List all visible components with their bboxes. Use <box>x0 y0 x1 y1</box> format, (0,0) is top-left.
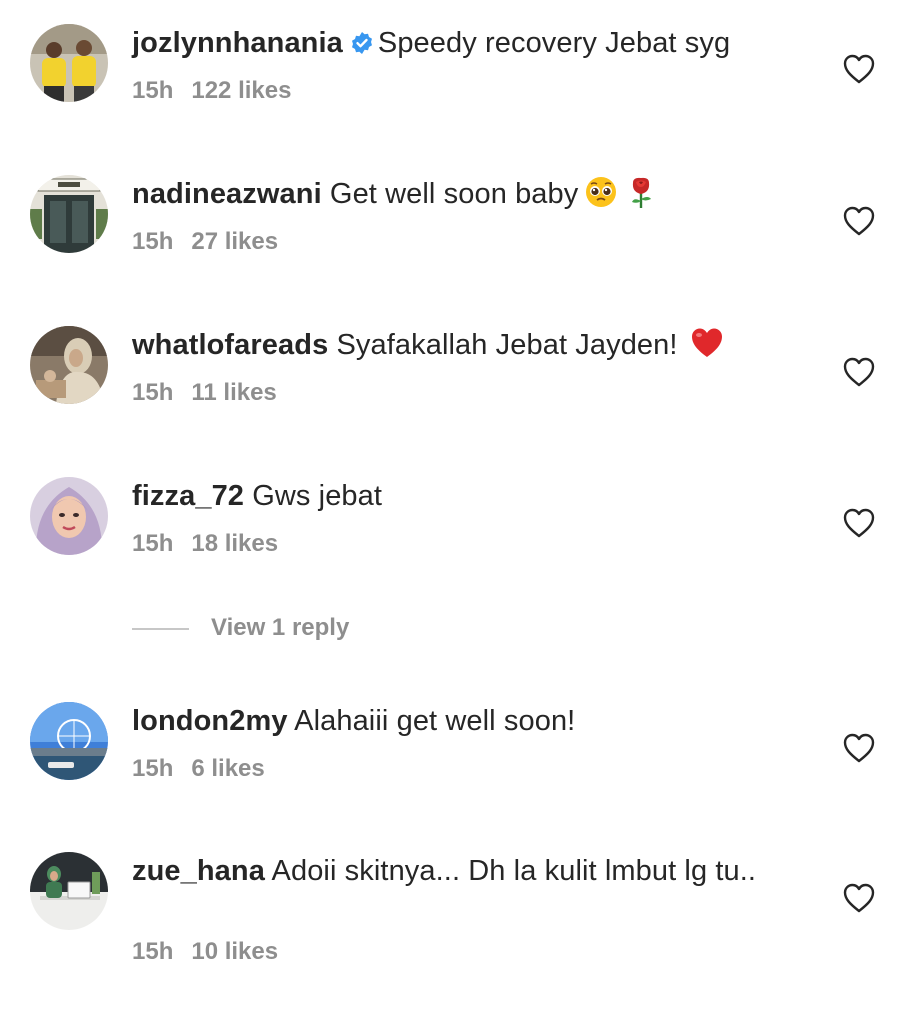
avatar-image <box>30 175 108 253</box>
like-heart-icon[interactable] <box>843 206 875 236</box>
comment-text: Speedy recovery Jebat syg <box>377 27 731 59</box>
comment-body: london2my Alahaiii get well soon! <box>132 702 792 740</box>
avatar[interactable] <box>30 477 108 555</box>
rose-emoji <box>624 175 658 209</box>
comment-text: Adoii skitnya... Dh la kulit lmbut lg tu… <box>271 855 757 887</box>
comment-meta: 15h 6 likes <box>132 755 265 783</box>
comment-meta: 15h 18 likes <box>132 530 278 558</box>
comment-likes[interactable]: 27 likes <box>191 228 278 255</box>
pleading-face-emoji <box>584 175 618 209</box>
comment-text: Syafakallah Jebat Jayden! <box>336 329 678 361</box>
comment-time[interactable]: 15h <box>132 379 173 406</box>
avatar-image <box>30 702 108 780</box>
comment-likes[interactable]: 11 likes <box>191 379 276 406</box>
comment-meta: 15h 122 likes <box>132 77 291 105</box>
comment-meta: 15h 11 likes <box>132 379 277 407</box>
avatar-image <box>30 326 108 404</box>
comment-likes[interactable]: 122 likes <box>191 77 291 104</box>
comment-username[interactable]: fizza_72 <box>132 480 244 512</box>
avatar[interactable] <box>30 702 108 780</box>
comment-username[interactable]: whatlofareads <box>132 329 328 361</box>
comment-body: fizza_72 Gws jebat <box>132 477 792 515</box>
avatar-image <box>30 477 108 555</box>
like-heart-icon[interactable] <box>843 508 875 538</box>
view-replies-label[interactable]: View 1 reply <box>211 614 349 642</box>
comment-meta: 15h 10 likes <box>132 938 278 966</box>
comment-username[interactable]: london2my <box>132 705 288 737</box>
like-heart-icon[interactable] <box>843 733 875 763</box>
comment-time[interactable]: 15h <box>132 755 173 782</box>
like-heart-icon[interactable] <box>843 54 875 84</box>
avatar[interactable] <box>30 24 108 102</box>
avatar[interactable] <box>30 175 108 253</box>
avatar[interactable] <box>30 852 108 930</box>
comment-username[interactable]: zue_hana <box>132 855 265 887</box>
comment-body: nadineazwani Get well soon baby <box>132 175 792 213</box>
comment-time[interactable]: 15h <box>132 228 173 255</box>
verified-badge-icon <box>350 27 374 54</box>
comment-username[interactable]: nadineazwani <box>132 178 322 210</box>
comment-body: whatlofareads Syafakallah Jebat Jayden! <box>132 326 792 364</box>
comment-username[interactable]: jozlynnhanania <box>132 27 343 59</box>
avatar[interactable] <box>30 326 108 404</box>
like-heart-icon[interactable] <box>843 883 875 913</box>
red-heart-emoji <box>690 326 724 360</box>
comment-text: Get well soon baby <box>329 178 579 210</box>
comment-body: jozlynnhanania Speedy recovery Jebat syg <box>132 24 792 62</box>
comment-likes[interactable]: 18 likes <box>191 530 278 557</box>
comment-time[interactable]: 15h <box>132 77 173 104</box>
comment-text: Gws jebat <box>252 480 383 512</box>
comment-time[interactable]: 15h <box>132 530 173 557</box>
like-heart-icon[interactable] <box>843 357 875 387</box>
comment-likes[interactable]: 6 likes <box>191 755 264 782</box>
comment-body: zue_hana Adoii skitnya... Dh la kulit lm… <box>132 852 792 890</box>
avatar-image <box>30 852 108 930</box>
reply-divider-line <box>132 628 189 630</box>
comment-meta: 15h 27 likes <box>132 228 278 256</box>
comment-text: Alahaiii get well soon! <box>294 705 576 737</box>
comment-time[interactable]: 15h <box>132 938 173 965</box>
avatar-image <box>30 24 108 102</box>
comment-likes[interactable]: 10 likes <box>191 938 278 965</box>
